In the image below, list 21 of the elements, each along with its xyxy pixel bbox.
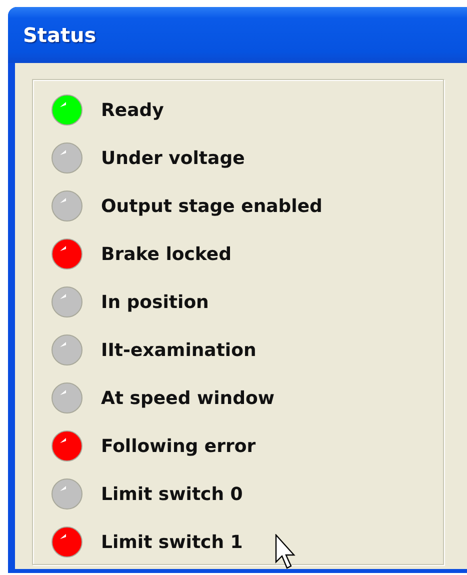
- status-label: Limit switch 0: [101, 484, 243, 504]
- status-label: Under voltage: [101, 148, 245, 168]
- status-led-icon: [51, 94, 83, 126]
- status-led-icon: [51, 238, 83, 270]
- status-label: IIt-examination: [101, 340, 256, 360]
- status-led-icon: [51, 190, 83, 222]
- status-led-icon: [51, 478, 83, 510]
- status-led-icon: [51, 286, 83, 318]
- status-label: Brake locked: [101, 244, 232, 264]
- window-title: Status: [23, 23, 96, 47]
- status-label: At speed window: [101, 388, 274, 408]
- status-led-icon: [51, 334, 83, 366]
- status-label: Limit switch 1: [101, 532, 243, 552]
- status-label: In position: [101, 292, 209, 312]
- status-label: Output stage enabled: [101, 196, 322, 216]
- status-label: Following error: [101, 436, 256, 456]
- status-led-icon: [51, 382, 83, 414]
- status-led-icon: [51, 142, 83, 174]
- status-led-icon: [51, 430, 83, 462]
- status-led-icon: [51, 526, 83, 558]
- status-label: Ready: [101, 100, 164, 120]
